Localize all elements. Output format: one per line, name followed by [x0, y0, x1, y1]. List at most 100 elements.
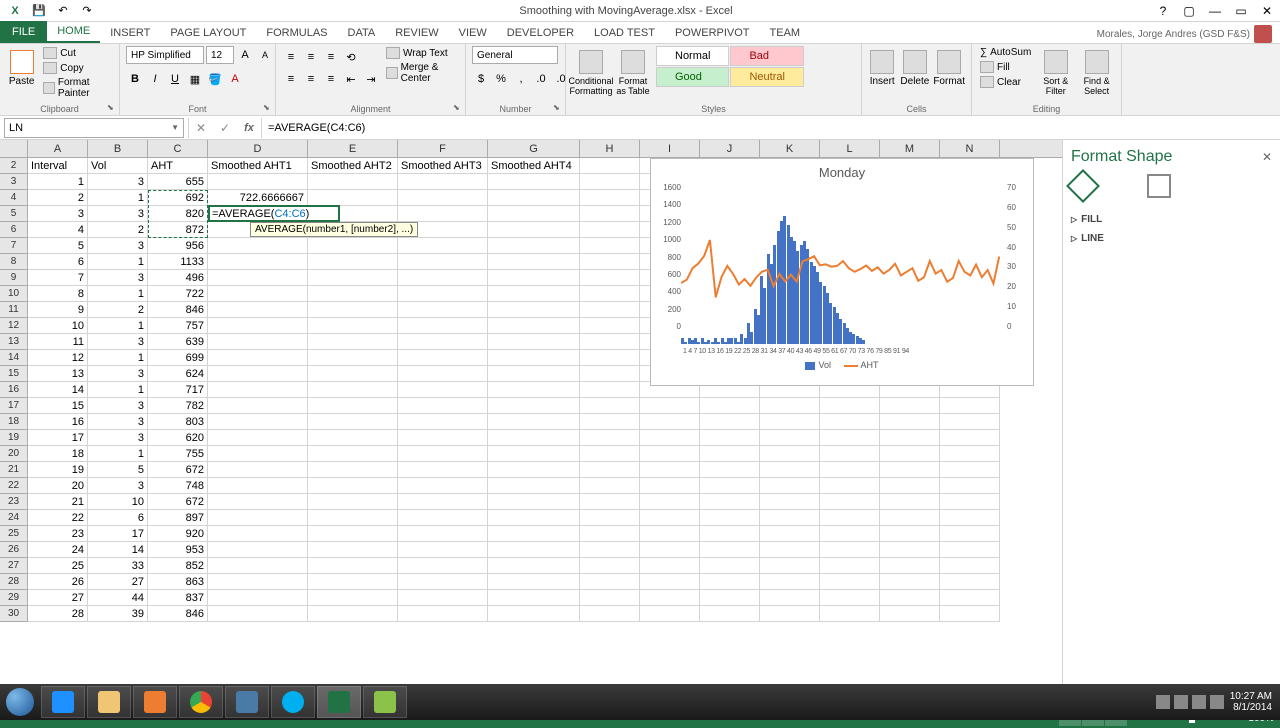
cell[interactable]: [488, 382, 580, 398]
cell[interactable]: [488, 526, 580, 542]
cell[interactable]: [208, 398, 308, 414]
cell[interactable]: [880, 574, 940, 590]
italic-button[interactable]: I: [146, 70, 164, 88]
cell[interactable]: [760, 478, 820, 494]
taskbar-media[interactable]: [133, 686, 177, 718]
cell[interactable]: [580, 574, 640, 590]
cell[interactable]: [308, 494, 398, 510]
fill-section[interactable]: ▷FILL: [1071, 210, 1272, 229]
cell[interactable]: [208, 526, 308, 542]
cell[interactable]: [940, 590, 1000, 606]
cell[interactable]: [488, 558, 580, 574]
cell[interactable]: [580, 222, 640, 238]
cell[interactable]: [488, 462, 580, 478]
cell[interactable]: 23: [28, 526, 88, 542]
cell[interactable]: 27: [88, 574, 148, 590]
cell[interactable]: [940, 398, 1000, 414]
cell[interactable]: [488, 542, 580, 558]
row-header[interactable]: 20: [0, 446, 28, 462]
cell[interactable]: 3: [88, 366, 148, 382]
cell[interactable]: 1: [28, 174, 88, 190]
cell[interactable]: [488, 430, 580, 446]
cell[interactable]: [760, 606, 820, 622]
increase-font-icon[interactable]: A: [236, 46, 254, 64]
align-center-icon[interactable]: ≡: [302, 70, 320, 88]
cell[interactable]: [398, 318, 488, 334]
tab-developer[interactable]: DEVELOPER: [497, 23, 584, 43]
cell[interactable]: [208, 318, 308, 334]
cell[interactable]: [640, 510, 700, 526]
cell[interactable]: [580, 494, 640, 510]
cell[interactable]: [208, 430, 308, 446]
cell[interactable]: 620: [148, 430, 208, 446]
cell[interactable]: [760, 398, 820, 414]
cell[interactable]: [488, 414, 580, 430]
cell[interactable]: [820, 558, 880, 574]
cell[interactable]: [488, 398, 580, 414]
cell[interactable]: [640, 462, 700, 478]
cell[interactable]: [940, 510, 1000, 526]
cell[interactable]: [820, 606, 880, 622]
cell[interactable]: [940, 606, 1000, 622]
style-neutral[interactable]: Neutral: [730, 67, 803, 87]
cell[interactable]: [940, 414, 1000, 430]
row-header[interactable]: 11: [0, 302, 28, 318]
cell[interactable]: 16: [28, 414, 88, 430]
chart[interactable]: Monday 16001400120010008006004002000 706…: [650, 158, 1034, 386]
cell[interactable]: [580, 350, 640, 366]
cell[interactable]: [700, 414, 760, 430]
cell[interactable]: [820, 590, 880, 606]
cell[interactable]: [398, 286, 488, 302]
cell[interactable]: 782: [148, 398, 208, 414]
cell[interactable]: 1: [88, 350, 148, 366]
cell[interactable]: [308, 398, 398, 414]
cell[interactable]: [880, 590, 940, 606]
cell[interactable]: 837: [148, 590, 208, 606]
cell[interactable]: 3: [88, 334, 148, 350]
cell[interactable]: 820: [148, 206, 208, 222]
cell[interactable]: 27: [28, 590, 88, 606]
fill-button[interactable]: Fill: [978, 60, 1033, 74]
cell[interactable]: 44: [88, 590, 148, 606]
cell[interactable]: [208, 558, 308, 574]
cell[interactable]: [820, 526, 880, 542]
cell[interactable]: [308, 254, 398, 270]
cell[interactable]: [208, 542, 308, 558]
cell[interactable]: [640, 542, 700, 558]
font-size-select[interactable]: [206, 46, 234, 64]
col-header-I[interactable]: I: [640, 140, 700, 157]
bold-button[interactable]: B: [126, 70, 144, 88]
cell[interactable]: [398, 462, 488, 478]
cell[interactable]: [308, 478, 398, 494]
cell[interactable]: [308, 190, 398, 206]
copy-button[interactable]: Copy: [41, 61, 113, 75]
cell[interactable]: [398, 350, 488, 366]
spreadsheet-grid[interactable]: ABCDEFGHIJKLMN 2345678910111213141516171…: [0, 140, 1062, 688]
row-header[interactable]: 2: [0, 158, 28, 174]
cell[interactable]: [398, 526, 488, 542]
cell[interactable]: [580, 318, 640, 334]
cell[interactable]: [940, 542, 1000, 558]
cell[interactable]: [398, 590, 488, 606]
cell[interactable]: [880, 526, 940, 542]
tab-formulas[interactable]: FORMULAS: [256, 23, 337, 43]
cut-button[interactable]: Cut: [41, 46, 113, 60]
row-header[interactable]: 10: [0, 286, 28, 302]
cell[interactable]: [398, 334, 488, 350]
row-header[interactable]: 5: [0, 206, 28, 222]
comma-icon[interactable]: ,: [512, 70, 530, 88]
cell[interactable]: 18: [28, 446, 88, 462]
wrap-text-button[interactable]: Wrap Text: [384, 46, 459, 60]
cell[interactable]: [640, 494, 700, 510]
cell[interactable]: 12: [28, 350, 88, 366]
cell[interactable]: [308, 318, 398, 334]
font-launcher[interactable]: ⬊: [263, 103, 273, 113]
cell[interactable]: [640, 606, 700, 622]
cell[interactable]: [398, 270, 488, 286]
row-header[interactable]: 4: [0, 190, 28, 206]
cell[interactable]: [208, 334, 308, 350]
cell[interactable]: [760, 430, 820, 446]
cell[interactable]: 722: [148, 286, 208, 302]
cell[interactable]: [700, 446, 760, 462]
align-middle-icon[interactable]: ≡: [302, 48, 320, 66]
